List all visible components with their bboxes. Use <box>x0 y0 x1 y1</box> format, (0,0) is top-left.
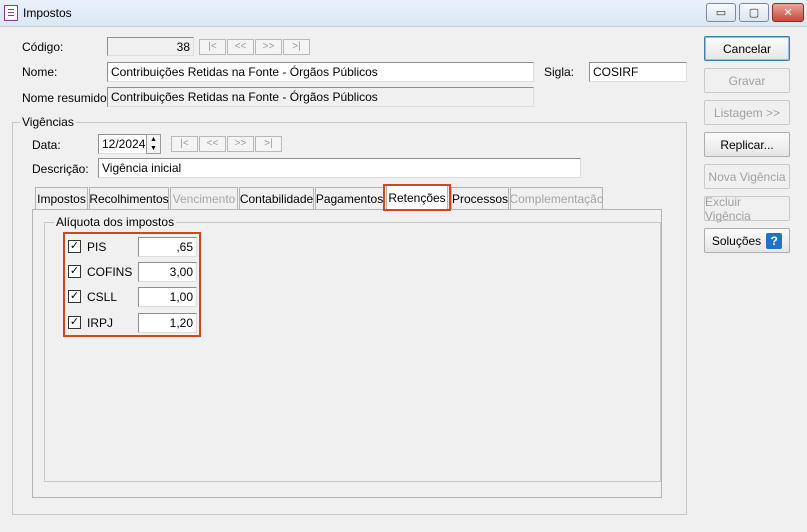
descricao-field[interactable]: Vigência inicial <box>98 158 581 178</box>
spin-down-icon[interactable]: ▼ <box>147 144 160 153</box>
irpj-label: IRPJ <box>87 316 114 330</box>
maximize-button[interactable]: ▢ <box>739 3 769 22</box>
spin-up-icon[interactable]: ▲ <box>147 135 160 144</box>
nome-resumido-field[interactable]: Contribuições Retidas na Fonte - Órgãos … <box>107 87 534 107</box>
cancelar-button[interactable]: Cancelar <box>704 36 790 61</box>
tab-processos[interactable]: Processos <box>451 187 509 209</box>
solucoes-label: Soluções <box>711 233 762 248</box>
aliquota-group <box>44 222 661 482</box>
tab-vencimento[interactable]: Vencimento <box>170 187 238 209</box>
tab-recolhimentos[interactable]: Recolhimentos <box>89 187 169 209</box>
sigla-label: Sigla: <box>544 65 575 79</box>
tab-pagamentos[interactable]: Pagamentos <box>315 187 384 209</box>
irpj-field[interactable]: 1,20 <box>138 313 197 333</box>
descricao-label: Descrição: <box>32 162 89 176</box>
close-button[interactable]: ✕ <box>772 3 804 22</box>
tab-impostos[interactable]: Impostos <box>35 187 88 209</box>
tab-complementacao[interactable]: Complementação <box>509 187 604 209</box>
codigo-field[interactable]: 38 <box>107 37 194 56</box>
nome-label: Nome: <box>22 65 58 79</box>
csll-checkbox[interactable]: ✓ <box>68 290 81 303</box>
vigencias-group-title: Vigências <box>20 115 76 129</box>
vig-prev-button[interactable]: << <box>199 136 226 152</box>
nome-field[interactable]: Contribuições Retidas na Fonte - Órgãos … <box>107 62 534 82</box>
title-bar: Impostos ▭ ▢ ✕ <box>0 0 807 27</box>
pis-field[interactable]: ,65 <box>138 237 197 257</box>
irpj-checkbox[interactable]: ✓ <box>68 316 81 329</box>
replicar-button[interactable]: Replicar... <box>704 132 790 157</box>
codigo-label: Código: <box>22 40 64 54</box>
vig-first-button[interactable]: |< <box>171 136 198 152</box>
csll-label: CSLL <box>87 290 118 304</box>
vig-last-button[interactable]: >| <box>255 136 282 152</box>
nova-vigencia-button[interactable]: Nova Vigência <box>704 164 790 189</box>
first-record-button[interactable]: |< <box>199 39 226 55</box>
excluir-vigencia-button[interactable]: Excluir Vigência <box>704 195 790 223</box>
cofins-field[interactable]: 3,00 <box>138 262 197 282</box>
minimize-button[interactable]: ▭ <box>706 3 736 22</box>
aliquota-group-title: Alíquota dos impostos <box>54 215 177 229</box>
nome-resumido-label: Nome resumido: <box>22 91 111 105</box>
pis-checkbox[interactable]: ✓ <box>68 240 81 253</box>
listagem-button[interactable]: Listagem >> <box>704 100 790 125</box>
date-spinner[interactable]: ▲ ▼ <box>146 134 161 154</box>
help-icon: ? <box>766 232 783 249</box>
prev-record-button[interactable]: << <box>227 39 254 55</box>
data-label: Data: <box>32 138 61 152</box>
cofins-checkbox[interactable]: ✓ <box>68 265 81 278</box>
data-field[interactable]: 12/2024 <box>98 134 147 154</box>
vig-next-button[interactable]: >> <box>227 136 254 152</box>
tab-retencoes[interactable]: Retenções <box>386 184 448 210</box>
sigla-field[interactable]: COSIRF <box>589 62 687 82</box>
document-icon <box>4 5 18 21</box>
gravar-button[interactable]: Gravar <box>704 68 790 93</box>
pis-label: PIS <box>87 240 107 254</box>
next-record-button[interactable]: >> <box>255 39 282 55</box>
csll-field[interactable]: 1,00 <box>138 287 197 307</box>
cofins-label: COFINS <box>87 265 133 279</box>
tab-contabilidade[interactable]: Contabilidade <box>239 187 314 209</box>
last-record-button[interactable]: >| <box>283 39 310 55</box>
window-title: Impostos <box>23 6 72 20</box>
solucoes-button[interactable]: Soluções ? <box>704 228 790 253</box>
